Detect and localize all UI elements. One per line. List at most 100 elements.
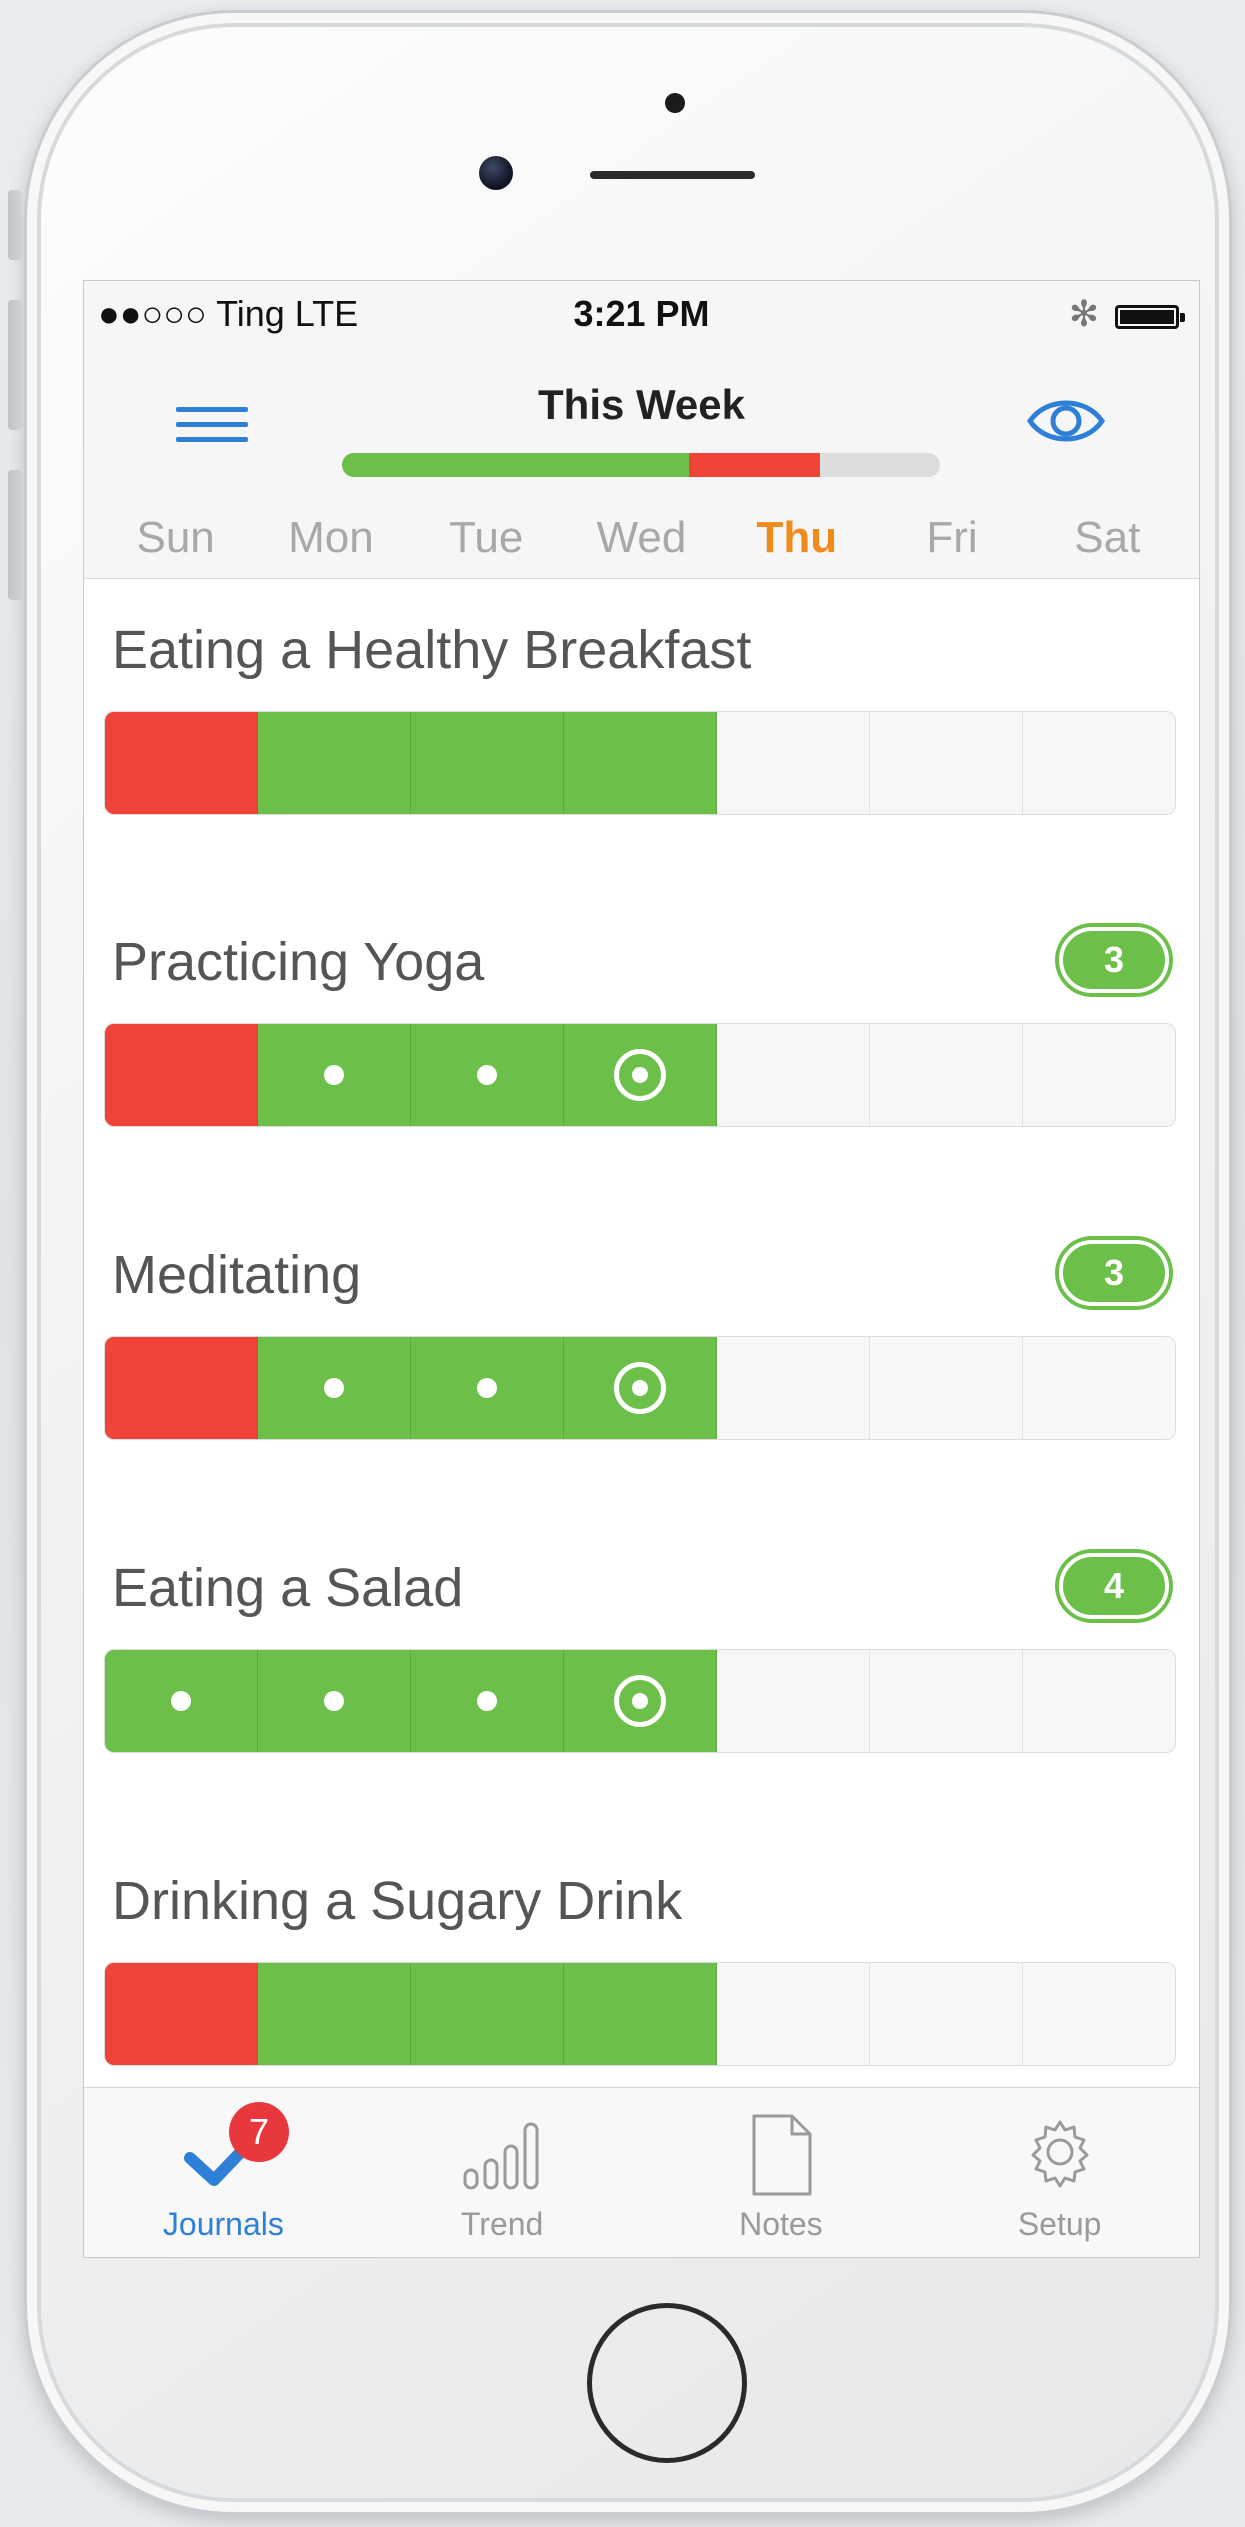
tab-label: Setup [1017, 2206, 1102, 2242]
day-cell-mon[interactable] [258, 1650, 411, 1752]
day-cell-sat[interactable] [1023, 1337, 1175, 1439]
volume-down-button [8, 470, 22, 600]
day-label: Sat [1074, 513, 1141, 562]
day-cell-tue[interactable] [411, 712, 564, 814]
week-progress-bar [342, 453, 940, 477]
day-cell-thu[interactable] [717, 1650, 870, 1752]
dot-icon [324, 1065, 344, 1085]
tab-notes[interactable]: Notes [642, 2088, 921, 2257]
eye-icon[interactable] [1026, 389, 1106, 453]
dot-icon [324, 1691, 344, 1711]
habit-row[interactable]: Meditating 3 [84, 1240, 1199, 1554]
trend-bars-icon [463, 2122, 539, 2190]
day-cell-sun[interactable] [105, 1337, 258, 1439]
habit-name: Practicing Yoga [112, 932, 485, 992]
day-cell-sat[interactable] [1023, 1963, 1175, 2065]
day-cell-sun[interactable] [105, 1650, 258, 1752]
day-cell-sat[interactable] [1023, 1024, 1175, 1126]
earpiece-speaker [590, 171, 755, 179]
day-cell-mon[interactable] [258, 1337, 411, 1439]
home-button[interactable] [587, 2303, 747, 2463]
target-icon [614, 1675, 666, 1727]
habit-week-cells [104, 1649, 1176, 1753]
habit-row[interactable]: Eating a Healthy Breakfast [84, 619, 1199, 929]
streak-badge[interactable]: 3 [1059, 1240, 1169, 1306]
day-cell-sat[interactable] [1023, 712, 1175, 814]
day-cell-tue[interactable] [411, 1337, 564, 1439]
top-header: ●●○○○ Ting LTE 3:21 PM ✻ This Week Sun M… [84, 281, 1199, 579]
dot-icon [171, 1691, 191, 1711]
day-label: Tue [449, 513, 524, 562]
dot-icon [477, 1378, 497, 1398]
status-bar: ●●○○○ Ting LTE 3:21 PM ✻ [84, 293, 1199, 341]
day-cell-wed[interactable] [564, 712, 717, 814]
target-icon [614, 1049, 666, 1101]
day-cell-thu[interactable] [717, 1337, 870, 1439]
habit-name: Eating a Healthy Breakfast [112, 620, 752, 680]
day-cell-mon[interactable] [258, 712, 411, 814]
habit-name: Drinking a Sugary Drink [112, 1871, 683, 1931]
day-cell-tue[interactable] [411, 1963, 564, 2065]
day-label-today: Thu [756, 513, 838, 562]
tab-label: Journals [162, 2206, 284, 2242]
dot-icon [477, 1691, 497, 1711]
habit-row[interactable]: Eating a Salad 4 [84, 1553, 1199, 1867]
bluetooth-icon: ✻ [1068, 293, 1099, 334]
tab-label: Trend [460, 2206, 544, 2242]
day-cell-fri[interactable] [870, 1337, 1023, 1439]
progress-green-segment [342, 453, 689, 477]
note-page-icon [752, 2114, 812, 2196]
day-label: Wed [596, 513, 687, 562]
day-cell-fri[interactable] [870, 1650, 1023, 1752]
day-cell-thu[interactable] [717, 1963, 870, 2065]
day-label: Fri [926, 513, 978, 562]
day-cell-sun[interactable] [105, 1963, 258, 2065]
volume-up-button [8, 300, 22, 430]
tab-setup[interactable]: Setup [920, 2088, 1199, 2257]
front-camera [479, 156, 513, 190]
day-cell-wed[interactable] [564, 1337, 717, 1439]
tab-trend[interactable]: Trend [363, 2088, 642, 2257]
weekday-header: Sun Mon Tue Wed Thu Fri Sat [84, 513, 1199, 573]
day-cell-wed[interactable] [564, 1963, 717, 2065]
status-time: 3:21 PM [573, 293, 710, 334]
day-cell-mon[interactable] [258, 1963, 411, 2065]
progress-red-segment [688, 453, 821, 477]
day-cell-tue[interactable] [411, 1024, 564, 1126]
day-cell-fri[interactable] [870, 1963, 1023, 2065]
habit-row[interactable]: Practicing Yoga 3 [84, 927, 1199, 1241]
habit-week-cells [104, 1336, 1176, 1440]
streak-badge[interactable]: 3 [1059, 927, 1169, 993]
day-label: Mon [288, 513, 374, 562]
day-cell-fri[interactable] [870, 1024, 1023, 1126]
day-label: Sun [136, 513, 215, 562]
day-cell-mon[interactable] [258, 1024, 411, 1126]
habit-name: Meditating [112, 1245, 362, 1305]
tab-label: Notes [739, 2206, 823, 2242]
day-cell-wed[interactable] [564, 1024, 717, 1126]
habit-week-cells [104, 711, 1176, 815]
habit-week-cells [104, 1962, 1176, 2066]
mute-switch [8, 190, 22, 260]
dot-icon [324, 1378, 344, 1398]
battery-icon [1115, 305, 1185, 329]
gear-icon [1031, 2120, 1089, 2188]
day-cell-sun[interactable] [105, 1024, 258, 1126]
day-cell-thu[interactable] [717, 712, 870, 814]
app-screen: ●●○○○ Ting LTE 3:21 PM ✻ This Week Sun M… [83, 280, 1200, 2258]
day-cell-thu[interactable] [717, 1024, 870, 1126]
day-cell-sun[interactable] [105, 712, 258, 814]
habit-week-cells [104, 1023, 1176, 1127]
day-cell-fri[interactable] [870, 712, 1023, 814]
tab-bar: 7 Journals Trend Notes Setup [84, 2087, 1199, 2257]
day-cell-wed[interactable] [564, 1650, 717, 1752]
day-cell-tue[interactable] [411, 1650, 564, 1752]
streak-badge[interactable]: 4 [1059, 1553, 1169, 1619]
notification-badge: 7 [229, 2102, 289, 2162]
dot-icon [477, 1065, 497, 1085]
target-icon [614, 1362, 666, 1414]
proximity-sensor [665, 93, 685, 113]
day-cell-sat[interactable] [1023, 1650, 1175, 1752]
habit-name: Eating a Salad [112, 1558, 464, 1618]
tab-journals[interactable]: 7 Journals [84, 2088, 363, 2257]
